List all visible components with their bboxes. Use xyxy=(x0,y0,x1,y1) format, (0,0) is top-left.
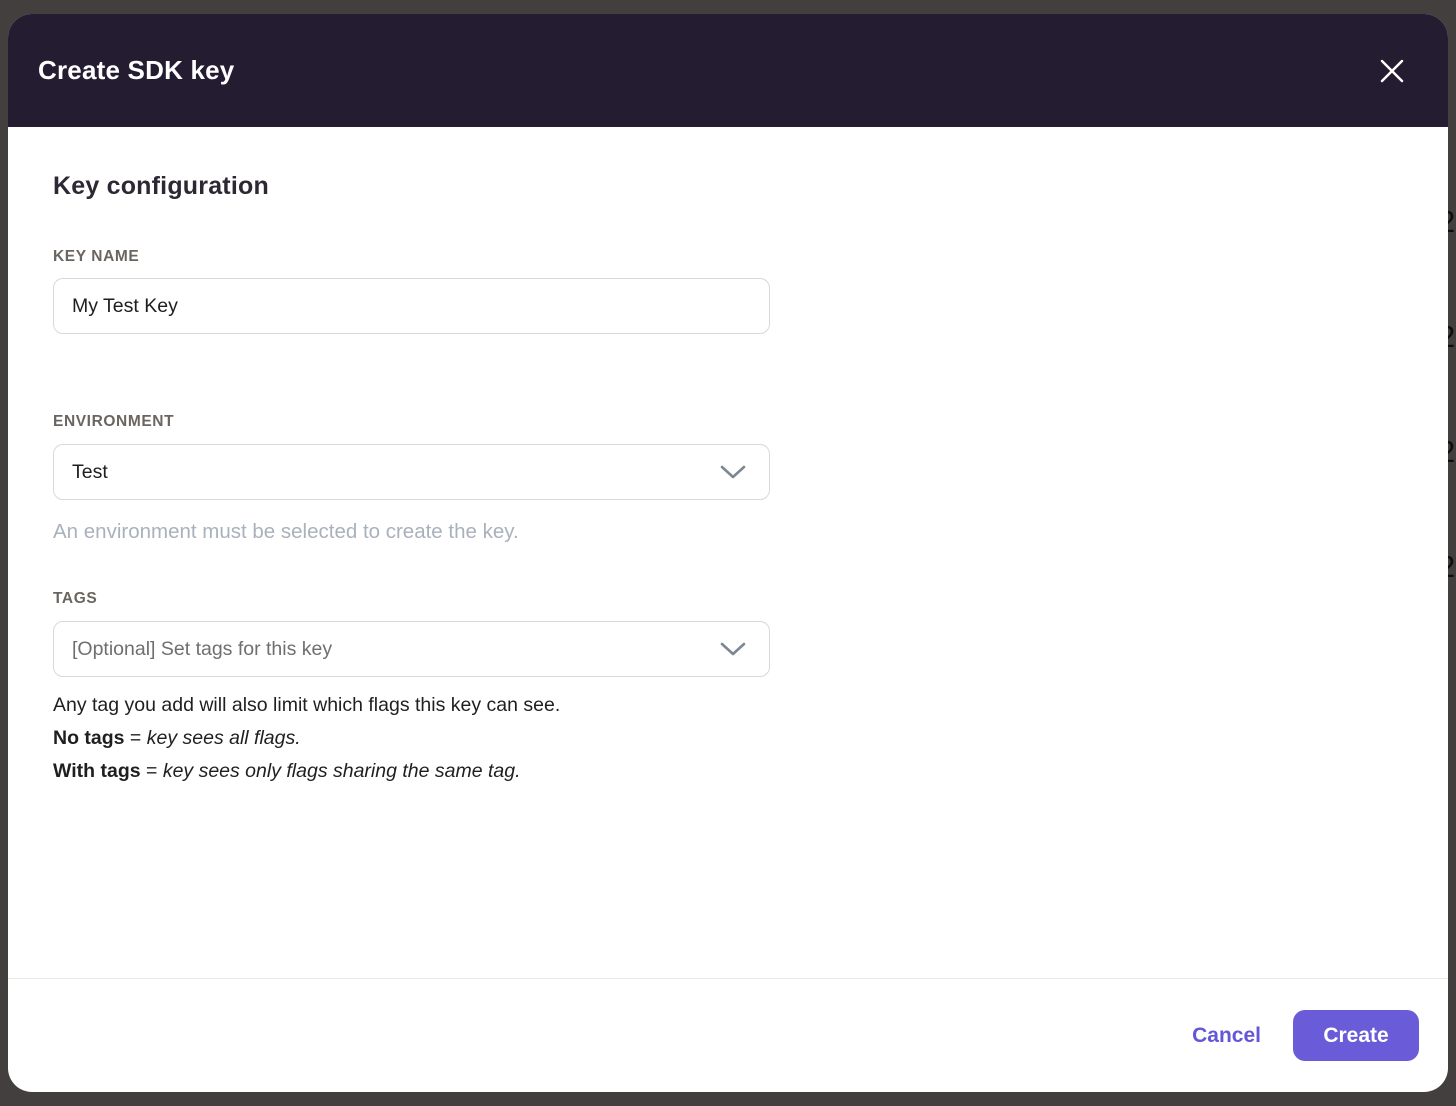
tags-helper-line-1: Any tag you add will also limit which fl… xyxy=(53,689,560,722)
environment-label: ENVIRONMENT xyxy=(53,413,174,431)
tags-select[interactable]: [Optional] Set tags for this key xyxy=(53,621,770,677)
close-button[interactable] xyxy=(1374,53,1410,89)
cancel-button[interactable]: Cancel xyxy=(1192,1024,1261,1048)
modal-footer: Cancel Create xyxy=(8,978,1448,1092)
chevron-down-icon xyxy=(719,641,747,657)
close-icon xyxy=(1377,56,1407,86)
tags-helper-line-3: With tags = key sees only flags sharing … xyxy=(53,755,560,788)
tags-helper-text: Any tag you add will also limit which fl… xyxy=(53,689,560,788)
tags-label: TAGS xyxy=(53,590,97,608)
section-heading: Key configuration xyxy=(53,172,269,201)
key-name-input[interactable] xyxy=(53,278,770,334)
environment-select[interactable]: Test xyxy=(53,444,770,500)
tags-placeholder: [Optional] Set tags for this key xyxy=(72,638,332,661)
modal-header: Create SDK key xyxy=(8,14,1448,127)
modal-title: Create SDK key xyxy=(38,55,234,86)
chevron-down-icon xyxy=(719,464,747,480)
environment-selected-value: Test xyxy=(72,461,108,484)
tags-helper-line-2: No tags = key sees all flags. xyxy=(53,722,560,755)
environment-helper-text: An environment must be selected to creat… xyxy=(53,520,519,544)
create-sdk-key-modal: Create SDK key Key configuration KEY NAM… xyxy=(8,14,1448,1092)
key-name-label: KEY NAME xyxy=(53,248,139,266)
create-button[interactable]: Create xyxy=(1293,1010,1419,1061)
